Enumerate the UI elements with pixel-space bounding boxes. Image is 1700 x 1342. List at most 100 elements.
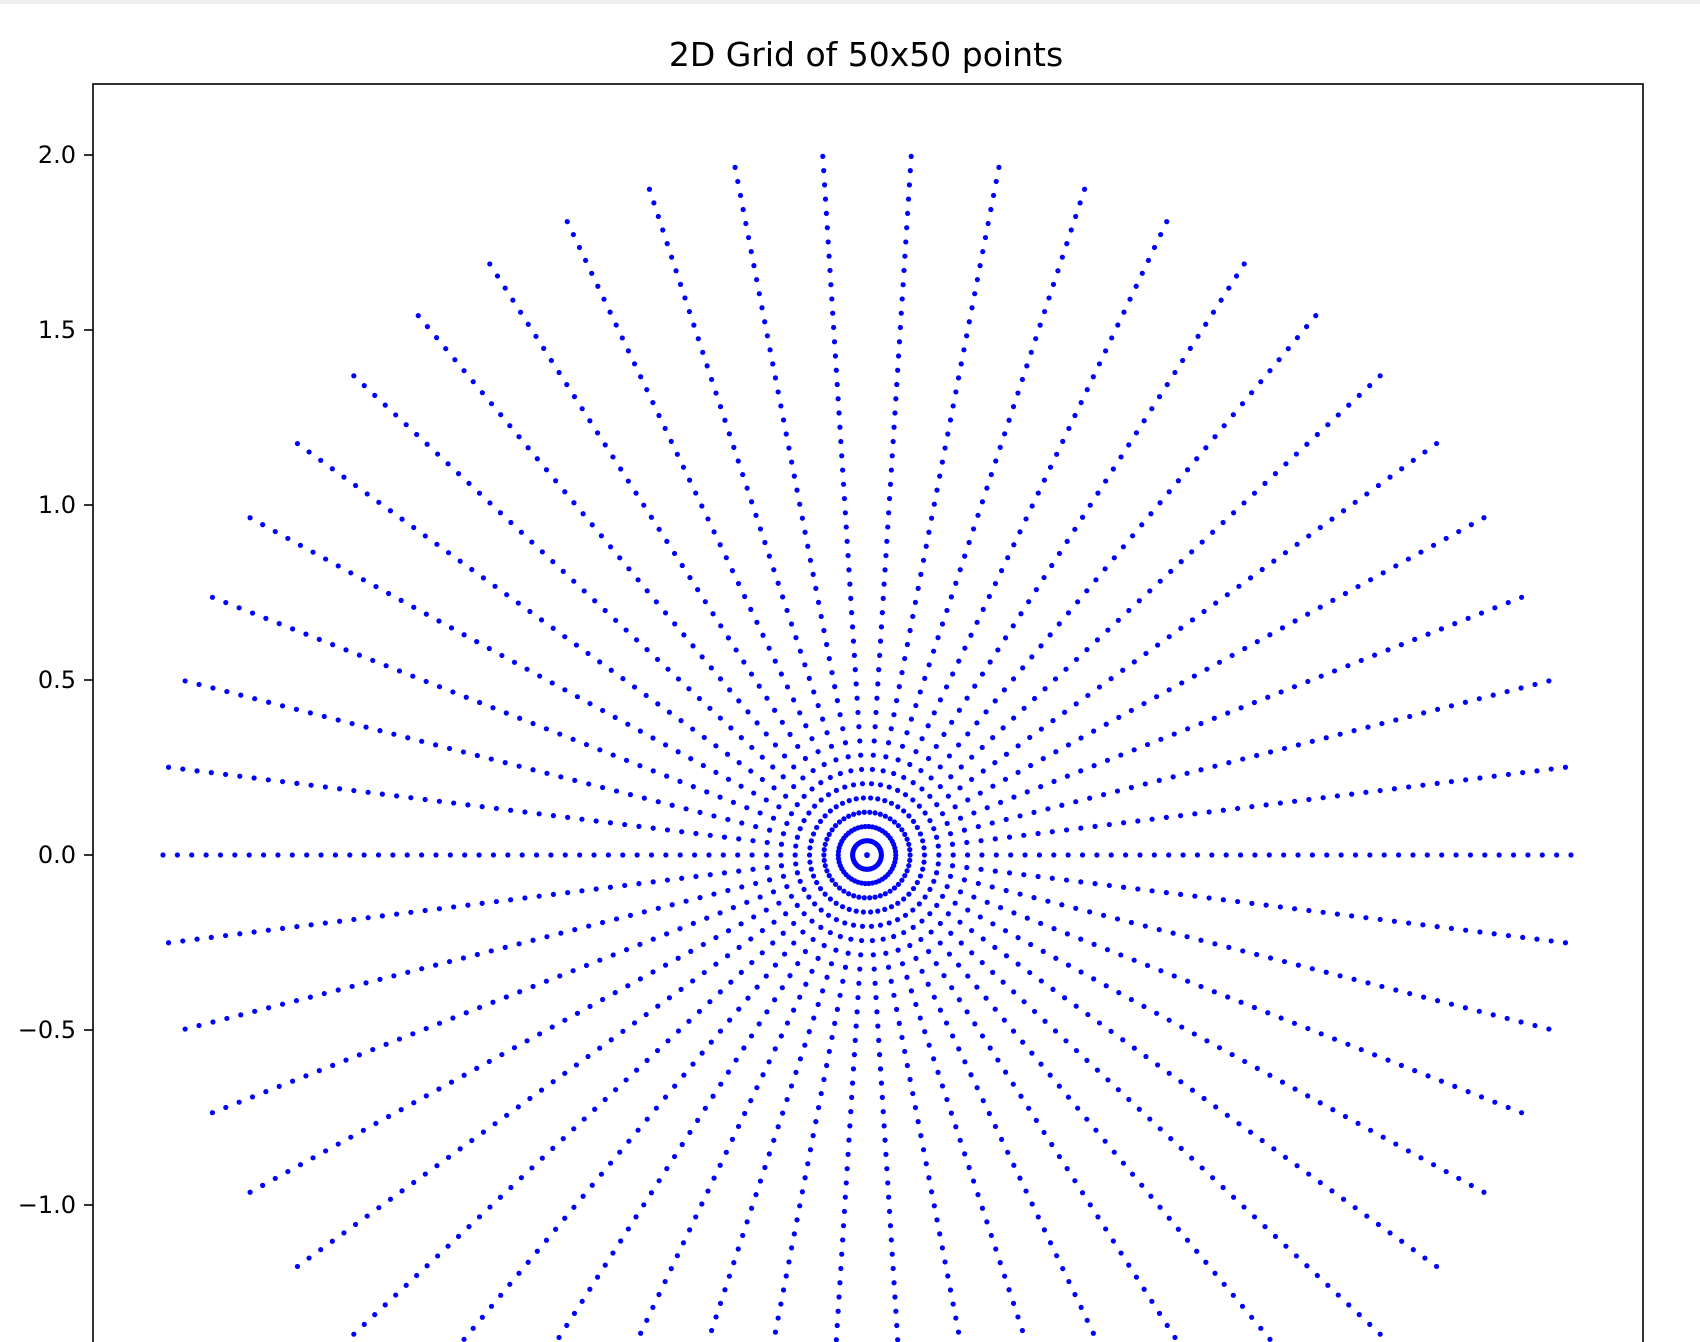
- data-point: [1096, 1020, 1103, 1026]
- data-point: [448, 1079, 455, 1085]
- data-point: [914, 879, 920, 886]
- data-point: [1127, 296, 1133, 302]
- data-point: [955, 962, 962, 968]
- data-point: [795, 743, 801, 750]
- data-point: [950, 671, 956, 677]
- data-point: [571, 394, 578, 400]
- data-point: [783, 1273, 789, 1279]
- data-point: [1123, 852, 1129, 858]
- data-point: [1259, 566, 1265, 573]
- data-point: [260, 522, 266, 528]
- data-point: [793, 635, 799, 641]
- data-point: [738, 783, 744, 789]
- data-point: [488, 401, 495, 407]
- data-point: [717, 910, 723, 916]
- data-point: [920, 557, 927, 563]
- data-point: [370, 657, 376, 664]
- data-point: [784, 1020, 791, 1026]
- data-point: [1065, 742, 1072, 748]
- data-point: [518, 529, 524, 535]
- data-point: [979, 744, 985, 751]
- data-point: [1398, 1062, 1404, 1068]
- data-point: [382, 1302, 388, 1308]
- data-point: [1265, 1010, 1271, 1016]
- data-point: [504, 1112, 510, 1118]
- data-point: [889, 453, 895, 459]
- data-point: [398, 1107, 404, 1113]
- data-point: [1068, 227, 1074, 233]
- data-point: [829, 827, 835, 833]
- data-point: [1456, 1175, 1462, 1182]
- data-point: [1065, 962, 1072, 968]
- data-point: [543, 1237, 550, 1243]
- data-point: [739, 820, 745, 826]
- data-point: [372, 392, 378, 398]
- data-point: [1406, 920, 1412, 926]
- data-point: [1078, 825, 1084, 831]
- data-point: [713, 390, 719, 396]
- data-point: [974, 619, 980, 625]
- data-point: [1135, 886, 1141, 892]
- data-point: [570, 736, 576, 742]
- data-point: [894, 381, 900, 388]
- data-point: [786, 1259, 792, 1265]
- data-point: [460, 749, 467, 755]
- data-point: [637, 941, 643, 948]
- data-point: [1252, 852, 1258, 858]
- data-point: [1407, 713, 1413, 720]
- data-point: [669, 802, 675, 808]
- data-point: [992, 836, 998, 842]
- data-point: [422, 1171, 428, 1177]
- data-point: [237, 773, 243, 779]
- data-point: [801, 817, 807, 824]
- data-point: [641, 909, 647, 915]
- data-point: [966, 539, 972, 546]
- data-point: [699, 503, 705, 509]
- data-point: [562, 634, 568, 640]
- data-point: [1091, 763, 1097, 769]
- data-point: [990, 735, 996, 741]
- data-point: [1337, 973, 1343, 979]
- data-point: [1294, 335, 1301, 341]
- data-point: [840, 1223, 847, 1229]
- data-point: [1041, 308, 1048, 315]
- data-point: [223, 599, 229, 606]
- data-point: [203, 852, 209, 858]
- data-point: [931, 1056, 937, 1062]
- data-point: [1490, 1012, 1496, 1018]
- data-point: [613, 1087, 619, 1093]
- data-point: [516, 434, 522, 440]
- data-point: [1279, 625, 1286, 631]
- data-point: [993, 458, 999, 464]
- data-point: [1090, 1330, 1096, 1336]
- data-point: [1064, 538, 1070, 544]
- data-point: [1293, 1253, 1300, 1259]
- data-point: [360, 1127, 366, 1133]
- data-point: [1468, 1182, 1474, 1188]
- data-point: [1118, 952, 1124, 958]
- data-point: [600, 996, 606, 1003]
- data-point: [650, 1304, 656, 1311]
- data-point: [293, 706, 300, 712]
- data-point: [1420, 922, 1426, 928]
- data-point: [718, 623, 724, 629]
- data-point: [851, 652, 857, 658]
- data-point: [1115, 322, 1121, 328]
- data-point: [896, 339, 903, 345]
- data-point: [802, 1042, 808, 1048]
- data-point: [759, 950, 765, 956]
- data-point: [815, 748, 821, 755]
- data-point: [499, 1051, 505, 1058]
- data-point: [1356, 392, 1362, 398]
- data-point: [821, 627, 827, 634]
- data-point: [736, 760, 742, 766]
- data-point: [939, 1083, 946, 1089]
- data-point: [1210, 529, 1216, 535]
- data-point: [874, 1009, 880, 1015]
- data-point: [492, 583, 498, 589]
- data-point: [691, 852, 698, 858]
- data-point: [728, 979, 734, 985]
- data-point: [1192, 811, 1198, 817]
- data-point: [1510, 852, 1517, 858]
- data-point: [877, 638, 884, 644]
